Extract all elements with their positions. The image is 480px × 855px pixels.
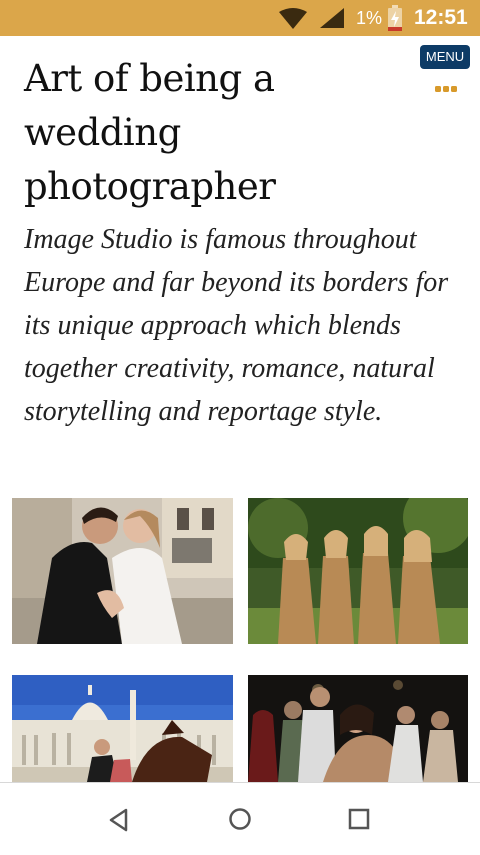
navigation-bar [0,782,480,855]
battery-percent: 1% [356,8,383,28]
clock: 12:51 [414,6,468,29]
party-dance-photo[interactable] [248,675,468,782]
recents-icon[interactable] [348,808,370,834]
back-icon[interactable] [106,807,132,837]
battery-charging-icon [388,5,402,36]
vatican-horse-photo[interactable] [12,675,233,782]
intro-paragraph: Image Studio is famous throughout Europe… [24,224,449,427]
menu-button[interactable]: MENU [420,45,470,69]
home-icon[interactable] [228,807,252,835]
status-bar: 1% 12:51 [0,0,480,36]
page-title: Art of being a wedding photographer [24,57,276,208]
couple-embrace-photo[interactable] [12,498,233,644]
wifi-icon [278,8,308,35]
signal-icon [318,6,346,35]
bridesmaids-photo[interactable] [248,498,468,644]
three-dots-icon[interactable] [434,78,458,97]
